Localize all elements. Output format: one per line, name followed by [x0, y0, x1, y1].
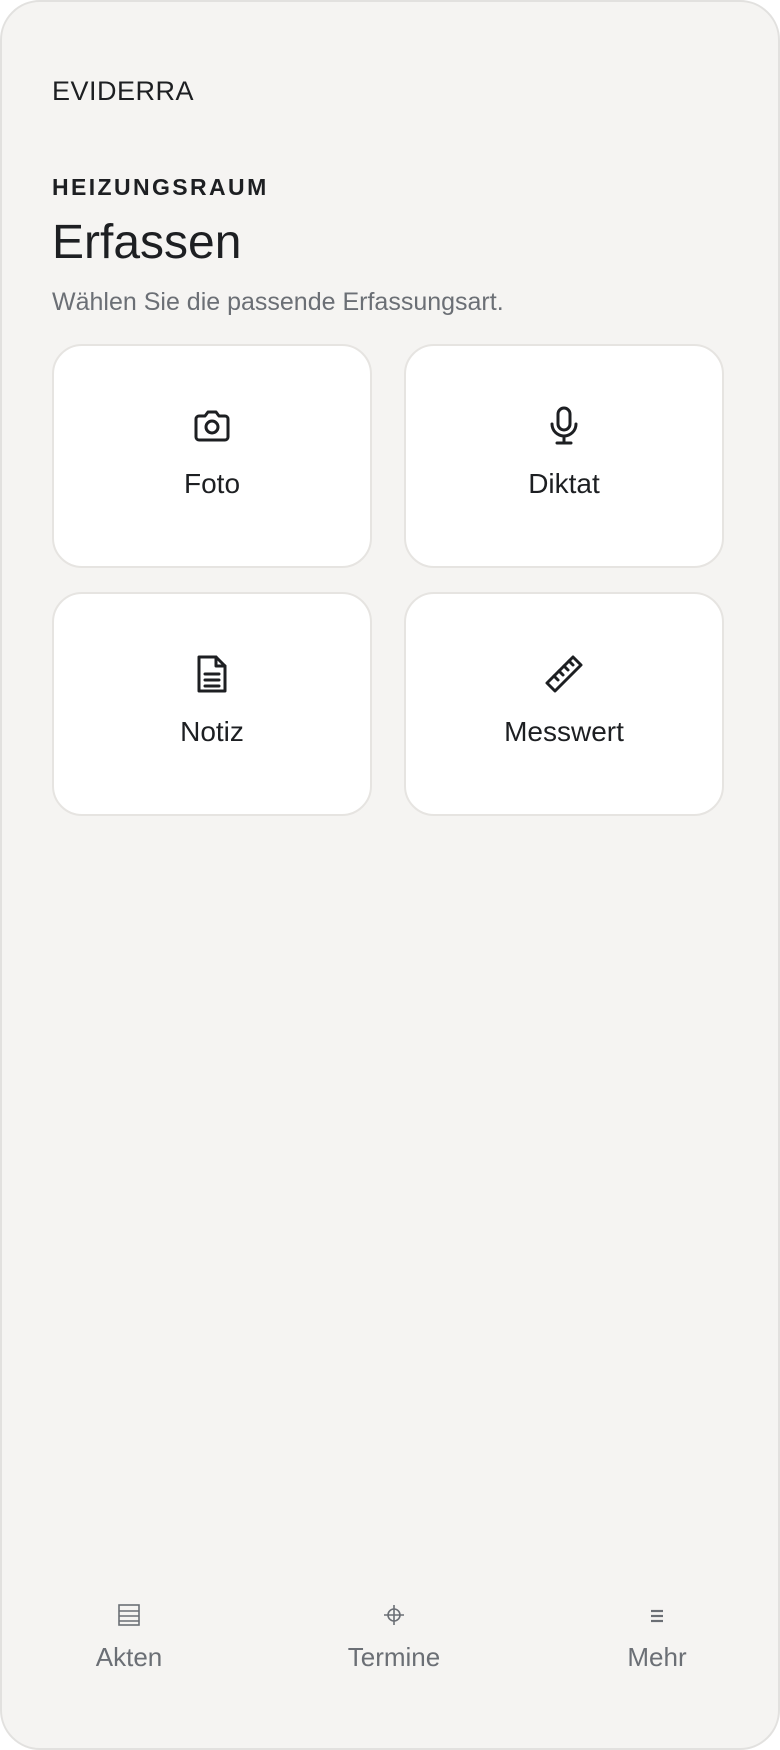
microphone-icon [542, 404, 586, 448]
capture-options-grid: Foto Diktat Notiz Messwert [52, 344, 724, 816]
menu-icon [644, 1602, 670, 1628]
capture-photo-button[interactable]: Foto [52, 344, 372, 568]
tab-termine[interactable]: Termine [304, 1588, 484, 1708]
tab-mehr[interactable]: Mehr [567, 1588, 747, 1708]
capture-measurement-button[interactable]: Messwert [404, 592, 724, 816]
brand-logo: EVIDERRA [52, 76, 195, 106]
bottom-tab-bar: Akten Termine Mehr [2, 1588, 778, 1748]
tab-akten-label: Akten [95, 1642, 163, 1672]
capture-note-button[interactable]: Notiz [52, 592, 372, 816]
tab-termine-label: Termine [347, 1642, 441, 1672]
capture-dictation-label: Diktat [528, 468, 600, 499]
ruler-icon [542, 652, 586, 696]
document-icon [190, 652, 234, 696]
capture-photo-label: Foto [183, 468, 241, 499]
tab-akten[interactable]: Akten [39, 1588, 219, 1708]
crosshair-icon [381, 1602, 407, 1628]
page-subtitle: Wählen Sie die passende Erfassungsart. [52, 288, 504, 316]
page-title: Erfassen [52, 216, 242, 269]
section-label: HEIZUNGSRAUM [52, 174, 269, 200]
app-screen: EVIDERRA HEIZUNGSRAUM Erfassen Wählen Si… [0, 0, 780, 1750]
camera-icon [190, 404, 234, 448]
capture-measurement-label: Messwert [504, 716, 624, 747]
capture-dictation-button[interactable]: Diktat [404, 344, 724, 568]
files-icon [116, 1602, 142, 1628]
capture-note-label: Notiz [180, 716, 244, 747]
tab-mehr-label: Mehr [627, 1642, 687, 1672]
